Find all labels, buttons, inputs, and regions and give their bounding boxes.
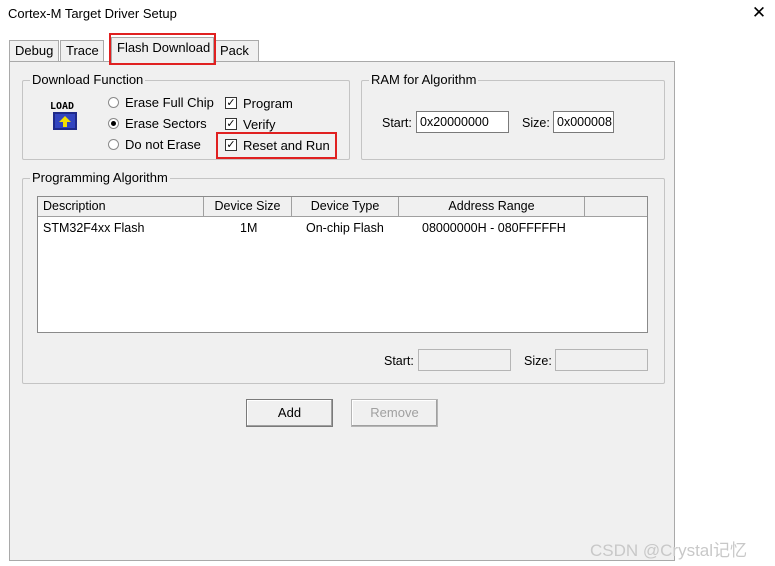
- window-title: Cortex-M Target Driver Setup: [8, 6, 177, 21]
- cell-device-size: 1M: [240, 221, 258, 235]
- program-label: Program: [243, 95, 293, 111]
- radio-indicator: [108, 96, 119, 108]
- erase-full-chip-radio[interactable]: Erase Full Chip: [108, 94, 214, 110]
- column-header-device-size[interactable]: Device Size: [204, 197, 292, 217]
- erase-sectors-label: Erase Sectors: [125, 115, 207, 131]
- radio-indicator: [108, 138, 119, 150]
- programming-algorithm-label: Programming Algorithm: [30, 170, 170, 185]
- verify-checkbox[interactable]: ✓ Verify: [225, 116, 276, 132]
- program-checkbox[interactable]: ✓ Program: [225, 95, 293, 111]
- algorithm-start-input[interactable]: [418, 349, 511, 371]
- algorithm-size-input[interactable]: [555, 349, 648, 371]
- download-function-label: Download Function: [30, 72, 146, 87]
- check-icon: ✓: [225, 139, 237, 151]
- verify-label: Verify: [243, 116, 276, 132]
- tab-trace[interactable]: Trace: [60, 40, 104, 62]
- check-icon: ✓: [225, 97, 237, 109]
- check-icon: ✓: [225, 118, 237, 130]
- algorithm-list[interactable]: Description Device Size Device Type Addr…: [37, 196, 648, 333]
- do-not-erase-label: Do not Erase: [125, 136, 201, 152]
- remove-button[interactable]: Remove: [351, 399, 438, 427]
- ram-start-input[interactable]: 0x20000000: [416, 111, 509, 133]
- erase-full-chip-label: Erase Full Chip: [125, 94, 214, 110]
- column-header-device-type[interactable]: Device Type: [292, 197, 399, 217]
- radio-indicator-selected: [108, 117, 119, 129]
- load-icon: LOAD: [48, 98, 82, 132]
- load-icon-text: LOAD: [50, 101, 74, 112]
- column-header-filler: [585, 197, 647, 217]
- ram-for-algorithm-label: RAM for Algorithm: [369, 72, 479, 87]
- add-button[interactable]: Add: [246, 399, 333, 427]
- cell-address-range: 08000000H - 080FFFFFH: [422, 221, 566, 235]
- tab-pack[interactable]: Pack: [214, 40, 259, 62]
- tab-debug[interactable]: Debug: [9, 40, 59, 62]
- reset-and-run-label: Reset and Run: [243, 137, 330, 153]
- close-icon[interactable]: ✕: [748, 2, 770, 24]
- do-not-erase-radio[interactable]: Do not Erase: [108, 136, 201, 152]
- cell-description: STM32F4xx Flash: [43, 221, 145, 235]
- cell-device-type: On-chip Flash: [306, 221, 384, 235]
- watermark-text: CSDN @Crystal记忆: [590, 541, 748, 560]
- ram-start-label: Start:: [382, 116, 412, 130]
- column-header-address-range[interactable]: Address Range: [399, 197, 585, 217]
- tab-flash-download[interactable]: Flash Download: [111, 37, 214, 63]
- ram-size-label: Size:: [522, 116, 550, 130]
- ram-size-input[interactable]: 0x000008: [553, 111, 614, 133]
- column-header-description[interactable]: Description: [38, 197, 204, 217]
- reset-and-run-checkbox[interactable]: ✓ Reset and Run: [225, 137, 330, 153]
- algorithm-start-label: Start:: [384, 354, 414, 368]
- erase-sectors-radio[interactable]: Erase Sectors: [108, 115, 207, 131]
- algorithm-size-label: Size:: [524, 354, 552, 368]
